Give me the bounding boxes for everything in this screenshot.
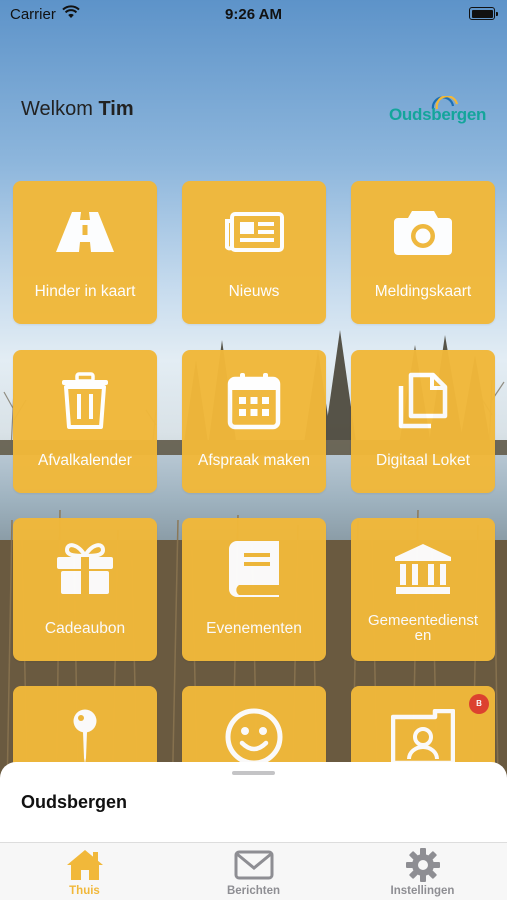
status-bar: Carrier 9:26 AM — [0, 0, 507, 30]
trash-icon — [13, 372, 157, 430]
tile-label: Digitaal Loket — [376, 452, 470, 469]
battery-icon — [469, 7, 498, 20]
tab-label: Berichten — [226, 885, 281, 897]
pin-icon — [13, 708, 157, 766]
tile-label: Meldingskaart — [374, 283, 472, 300]
newspaper-icon — [182, 203, 326, 261]
tile-evenementen[interactable]: Evenementen — [182, 518, 326, 661]
tile-gemeentediensten[interactable]: Gemeentedienst en — [351, 518, 495, 661]
tile-meldingskaart[interactable]: Meldingskaart — [351, 181, 495, 324]
sheet-drag-handle[interactable] — [232, 771, 275, 775]
tile-label: Nieuws — [228, 283, 280, 300]
id-photo-icon — [351, 708, 495, 766]
tab-berichten[interactable]: Berichten — [169, 843, 338, 900]
welcome-prefix: Welkom — [21, 98, 93, 120]
home-icon — [0, 847, 169, 883]
building-icon — [351, 540, 495, 598]
tile-cadeaubon[interactable]: Cadeaubon — [13, 518, 157, 661]
oudsbergen-logo: Oudsbergen — [389, 96, 489, 130]
status-time: 9:26 AM — [225, 6, 282, 23]
tile-label: Afvalkalender — [38, 452, 132, 469]
tile-label-line2: en — [414, 627, 432, 644]
tile-nieuws[interactable]: Nieuws — [182, 181, 326, 324]
bottom-sheet[interactable]: Oudsbergen — [0, 762, 507, 842]
tile-afvalkalender[interactable]: Afvalkalender — [13, 350, 157, 493]
smiley-icon — [182, 708, 326, 766]
gear-icon — [338, 847, 507, 883]
tab-thuis[interactable]: Thuis — [0, 843, 169, 900]
tile-digitaal-loket[interactable]: Digitaal Loket — [351, 350, 495, 493]
road-icon — [13, 203, 157, 261]
tile-afspraak-maken[interactable]: Afspraak maken — [182, 350, 326, 493]
welcome-text: Welkom Tim — [21, 98, 134, 121]
documents-icon — [351, 372, 495, 430]
calendar-icon — [182, 372, 326, 430]
tile-label: Afspraak maken — [198, 452, 310, 469]
tile-label: Cadeaubon — [44, 620, 126, 637]
camera-icon — [351, 203, 495, 261]
gift-icon — [13, 540, 157, 598]
tab-instellingen[interactable]: Instellingen — [338, 843, 507, 900]
tile-label: Hinder in kaart — [34, 283, 136, 300]
book-icon — [182, 540, 326, 598]
envelope-icon — [169, 847, 338, 883]
tile-label: Evenementen — [206, 620, 302, 637]
tile-hinder-in-kaart[interactable]: Hinder in kaart — [13, 181, 157, 324]
tab-label: Thuis — [69, 885, 100, 897]
tab-label: Instellingen — [390, 885, 455, 897]
user-name: Tim — [98, 98, 134, 120]
sheet-title: Oudsbergen — [21, 792, 128, 812]
logo-text: Oudsbergen — [389, 105, 487, 124]
tab-bar: Thuis Berichten Instellingen — [0, 842, 507, 900]
tile-label: Gemeentedienst en — [355, 613, 491, 643]
